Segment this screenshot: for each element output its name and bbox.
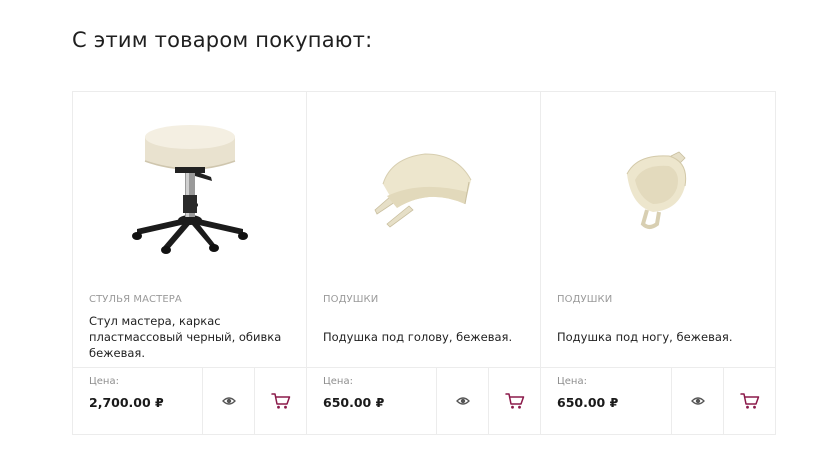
price-label: Цена: [89,376,119,387]
product-price: 2,700.00 ₽ [89,395,164,410]
add-to-cart-button[interactable] [724,368,775,434]
add-to-cart-button[interactable] [489,368,540,434]
product-footer: Цена: 650.00 ₽ [307,367,540,434]
quick-view-button[interactable] [203,368,255,434]
product-footer: Цена: 2,700.00 ₽ [73,367,306,434]
cart-icon [270,393,290,409]
price-label: Цена: [557,376,587,387]
product-image-link[interactable] [307,104,540,274]
product-category[interactable]: ПОДУШКИ [557,294,612,305]
product-price: 650.00 ₽ [557,395,619,410]
product-card: ПОДУШКИ Подушка под ногу, бежевая. Цена:… [541,92,775,434]
cart-icon [504,393,524,409]
product-title[interactable]: Стул мастера, каркас пластмассовый черны… [89,313,290,361]
product-card: ПОДУШКИ Подушка под голову, бежевая. Цен… [307,92,541,434]
section-title: С этим товаром покупают: [72,28,373,52]
cart-icon [739,393,759,409]
eye-icon [455,397,470,405]
price-label: Цена: [323,376,353,387]
stool-image [131,125,248,254]
quick-view-button[interactable] [437,368,489,434]
product-footer: Цена: 650.00 ₽ [541,367,775,434]
product-image-link[interactable] [541,104,775,274]
eye-icon [221,397,236,405]
product-card: СТУЛЬЯ МАСТЕРА Стул мастера, каркас плас… [73,92,307,434]
product-category[interactable]: ПОДУШКИ [323,294,378,305]
eye-icon [690,397,705,405]
product-category[interactable]: СТУЛЬЯ МАСТЕРА [89,294,182,305]
head-pillow-image [374,153,471,228]
leg-pillow-image [626,151,687,229]
product-title[interactable]: Подушка под ногу, бежевая. [557,329,733,345]
product-title[interactable]: Подушка под голову, бежевая. [323,329,512,345]
quick-view-button[interactable] [672,368,724,434]
add-to-cart-button[interactable] [255,368,306,434]
related-products-grid: СТУЛЬЯ МАСТЕРА Стул мастера, каркас плас… [72,91,776,435]
product-image-link[interactable] [73,104,306,274]
product-price: 650.00 ₽ [323,395,385,410]
